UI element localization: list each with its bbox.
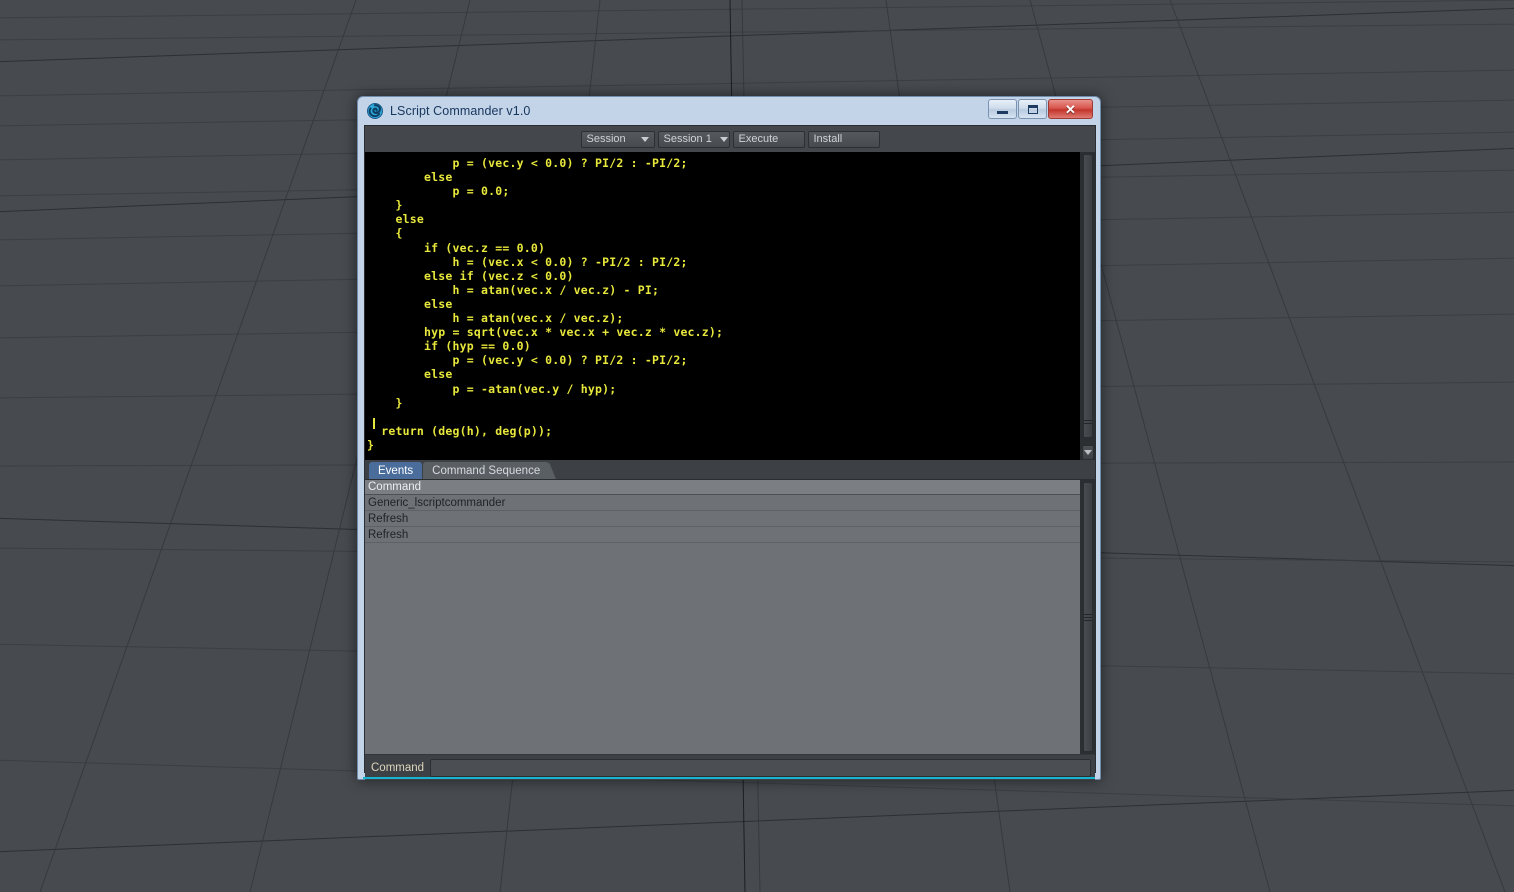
minimize-icon xyxy=(997,110,1008,114)
window-title: LScript Commander v1.0 xyxy=(390,104,531,118)
maximize-button[interactable] xyxy=(1018,99,1047,119)
tab-events[interactable]: Events xyxy=(369,462,423,479)
chevron-down-icon xyxy=(719,136,728,142)
minimize-button[interactable] xyxy=(988,99,1017,119)
execute-button[interactable]: Execute xyxy=(732,130,805,148)
command-input-label: Command xyxy=(371,761,425,774)
command-entry-bar: Command xyxy=(365,754,1095,780)
window-controls: ✕ xyxy=(988,99,1093,119)
tab-command-sequence-label: Command Sequence xyxy=(432,464,541,477)
execute-button-label: Execute xyxy=(738,133,779,145)
events-list-region: Command Generic_lscriptcommander Refresh… xyxy=(365,479,1095,754)
text-caret xyxy=(373,418,375,429)
list-vscrollbar[interactable] xyxy=(1080,480,1095,754)
session-select-dropdown[interactable]: Session 1 xyxy=(657,130,730,148)
list-empty-area[interactable] xyxy=(365,543,1080,738)
grip-lines-icon xyxy=(1084,418,1092,426)
table-row[interactable]: Refresh xyxy=(365,527,1080,543)
table-row[interactable]: Refresh xyxy=(365,511,1080,527)
table-row[interactable]: Generic_lscriptcommander xyxy=(365,495,1080,511)
window-titlebar[interactable]: LScript Commander v1.0 ✕ xyxy=(364,97,1094,125)
cell-command: Refresh xyxy=(368,512,409,525)
chevron-down-icon xyxy=(1084,450,1092,455)
panel-tabstrip: Events Command Sequence xyxy=(365,460,1095,479)
list-column-header[interactable]: Command xyxy=(365,480,1080,495)
session-select-label: Session 1 xyxy=(663,133,712,145)
script-source-code: p = (vec.y < 0.0) ? PI/2 : -PI/2; else p… xyxy=(367,156,724,452)
close-icon: ✕ xyxy=(1065,101,1076,117)
grip-lines-icon xyxy=(1084,612,1092,623)
editor-vscrollbar-thumb[interactable] xyxy=(1083,154,1093,438)
session-dropdown-label: Session xyxy=(586,133,626,145)
session-toolbar: Session Session 1 Execute Install xyxy=(365,126,1095,152)
tab-events-label: Events xyxy=(378,464,414,477)
install-button-label: Install xyxy=(813,133,843,145)
lscript-commander-window: LScript Commander v1.0 ✕ Session Session… xyxy=(357,96,1101,780)
install-button[interactable]: Install xyxy=(807,130,880,148)
close-button[interactable]: ✕ xyxy=(1048,99,1093,119)
lightwave-swirl-icon xyxy=(366,102,384,120)
session-dropdown[interactable]: Session xyxy=(580,130,655,148)
chevron-down-icon xyxy=(640,136,649,142)
cell-command: Generic_lscriptcommander xyxy=(368,496,506,509)
list-vscrollbar-thumb[interactable] xyxy=(1083,482,1093,752)
tab-command-sequence[interactable]: Command Sequence xyxy=(423,462,557,479)
script-editor-region: p = (vec.y < 0.0) ? PI/2 : -PI/2; else p… xyxy=(365,152,1095,460)
column-header-command: Command xyxy=(368,481,422,493)
window-client-area: Session Session 1 Execute Install p = (v… xyxy=(364,125,1096,780)
editor-scroll-down-button[interactable] xyxy=(1082,445,1094,460)
script-editor[interactable]: p = (vec.y < 0.0) ? PI/2 : -PI/2; else p… xyxy=(365,152,1080,460)
events-list[interactable]: Command Generic_lscriptcommander Refresh… xyxy=(365,480,1080,754)
maximize-icon xyxy=(1027,104,1038,114)
cell-command: Refresh xyxy=(368,528,409,541)
command-input[interactable] xyxy=(430,758,1091,777)
editor-vscrollbar[interactable] xyxy=(1080,152,1095,460)
